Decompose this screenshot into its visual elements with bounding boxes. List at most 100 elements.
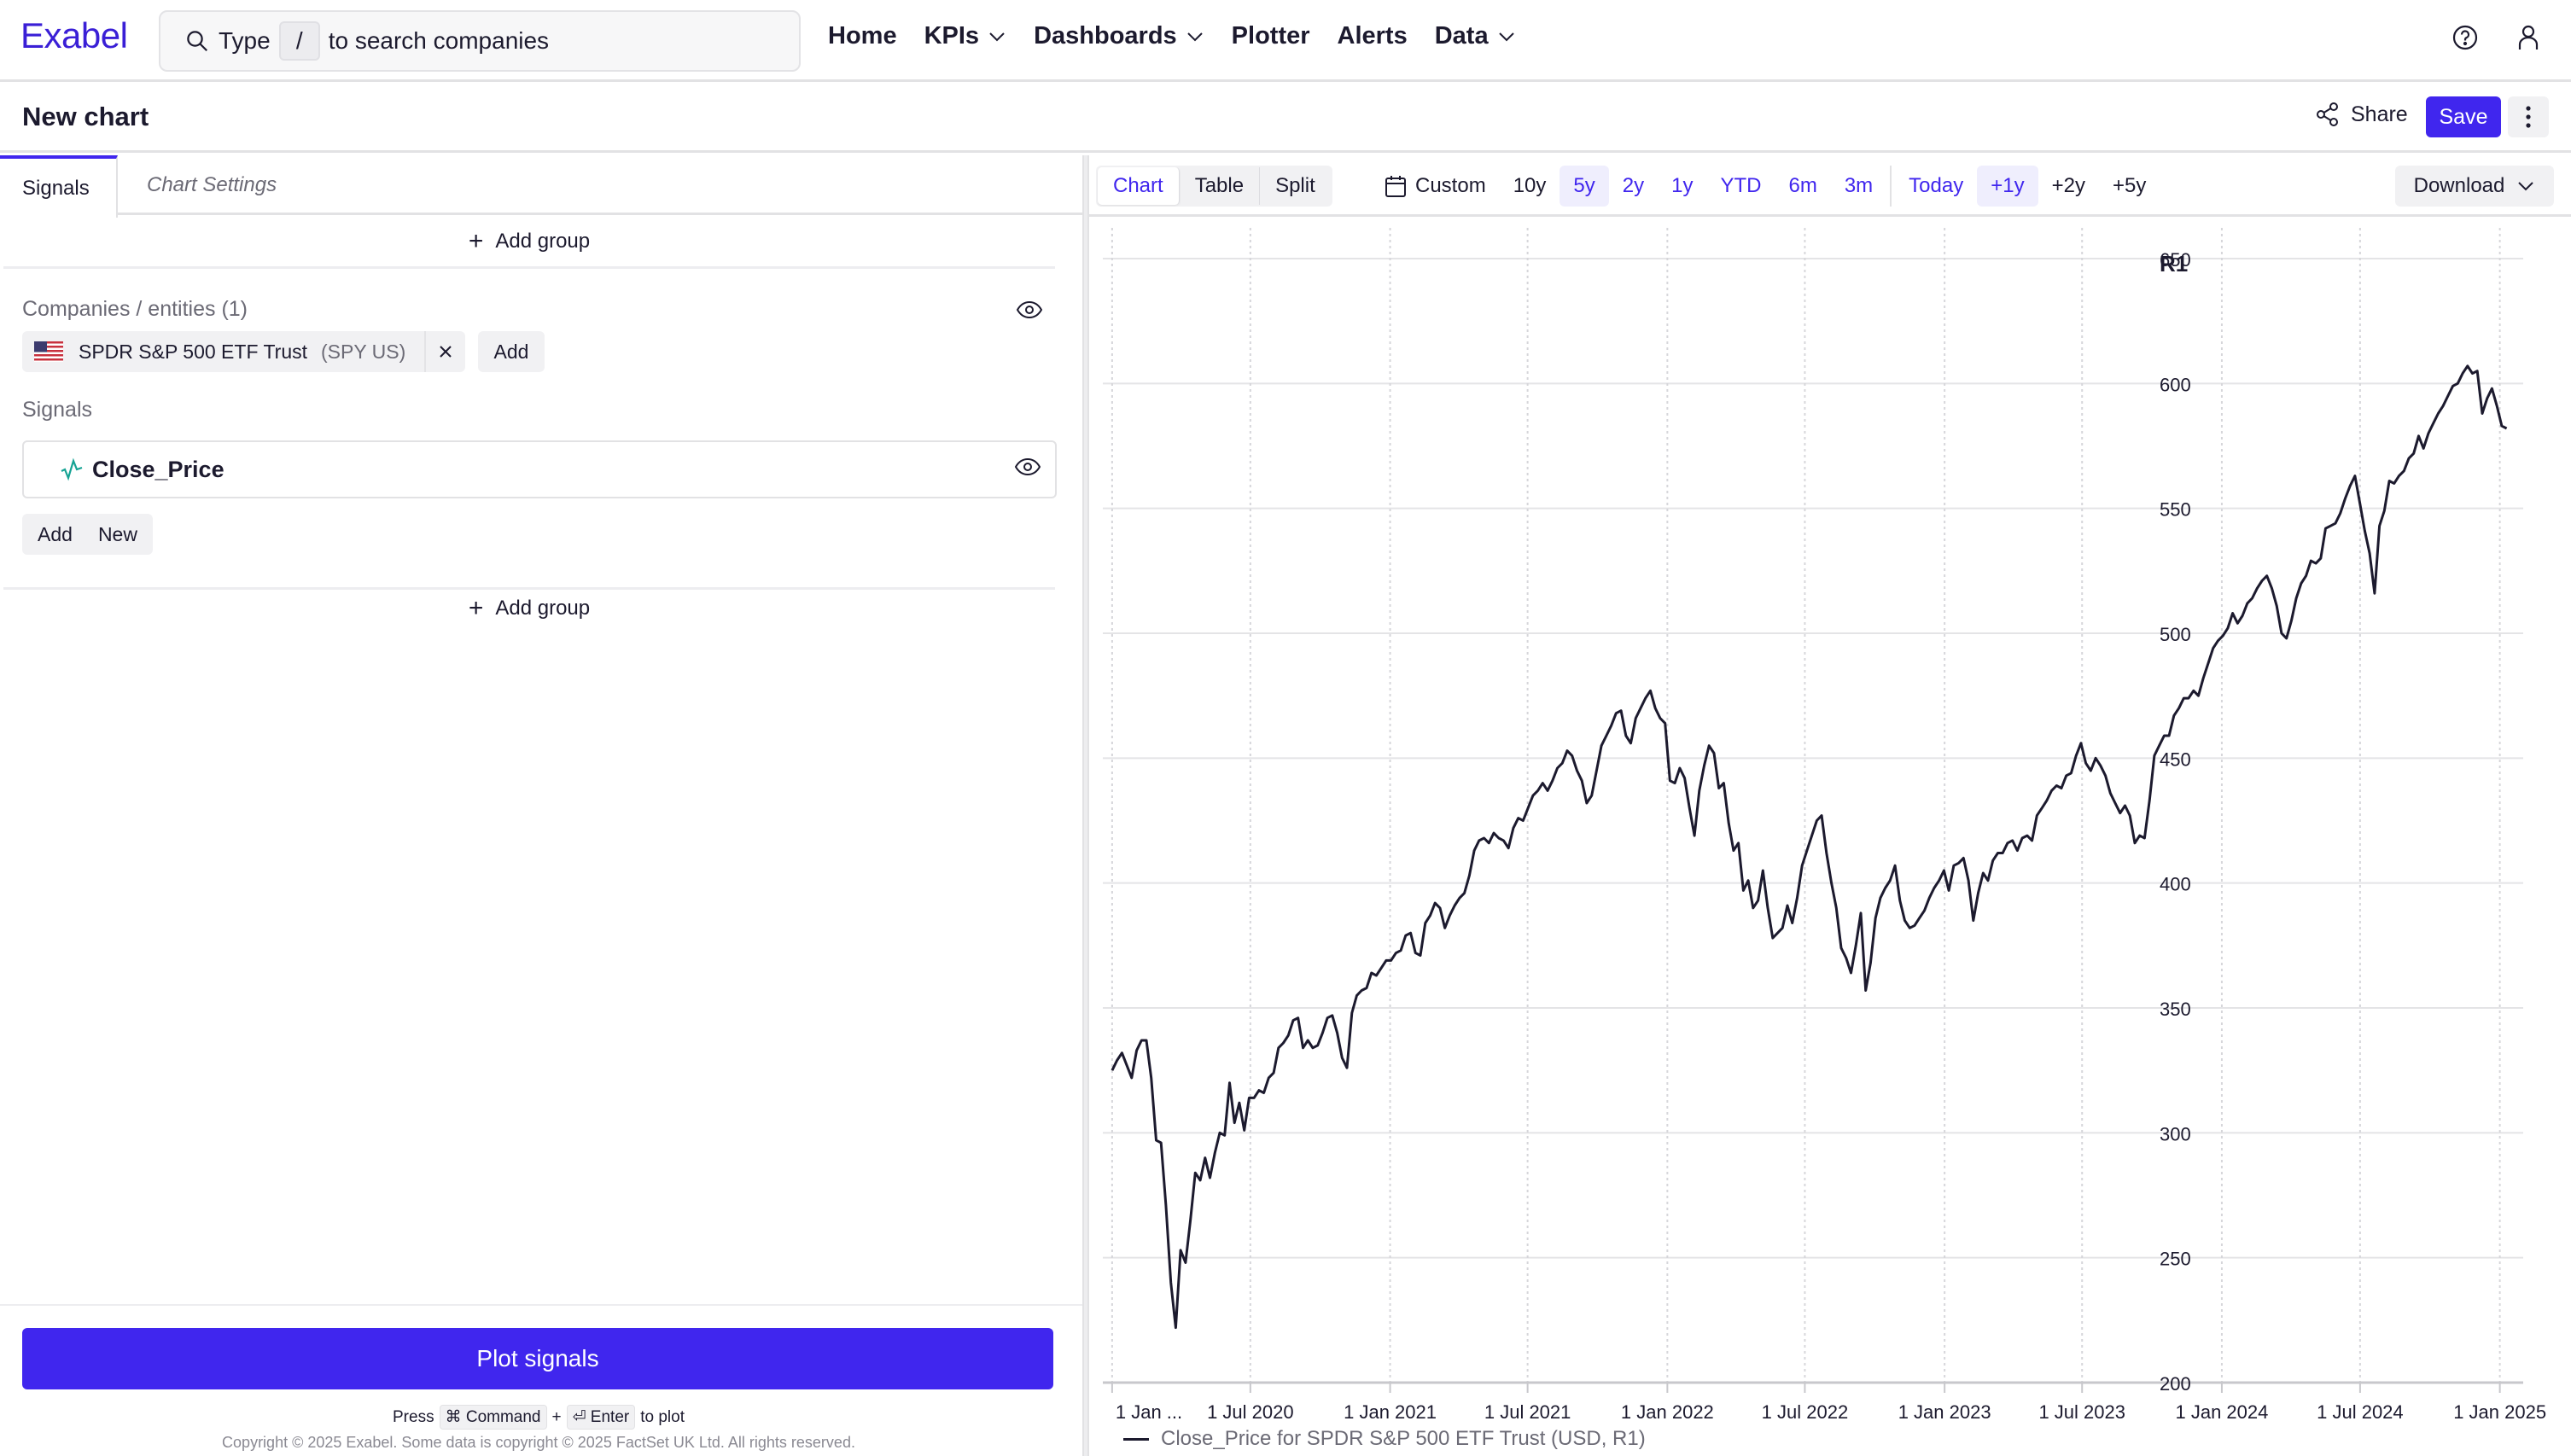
chart-toolbar: Chart Table Split Custom 10y 5y 2y 1y YT… — [1089, 155, 2571, 217]
share-icon — [2317, 102, 2338, 126]
range-3m-button[interactable]: 3m — [1831, 166, 1886, 207]
page-title[interactable]: New chart — [22, 102, 149, 132]
add-signal-button[interactable]: Add — [38, 523, 73, 546]
chevron-down-icon — [2518, 182, 2534, 191]
search-shortcut-key: / — [278, 21, 320, 61]
range-plus1y-button[interactable]: +1y — [1977, 166, 2038, 207]
x-tick-label: 1 Jul 2021 — [1484, 1401, 1571, 1423]
divider — [3, 587, 1055, 590]
signal-item[interactable]: Close_Price — [22, 440, 1057, 498]
range-custom-button[interactable]: Custom — [1371, 166, 1500, 207]
x-tick-label: 1 Jul 2024 — [2317, 1401, 2404, 1423]
y-tick-label: 650 — [2160, 249, 2191, 271]
save-button[interactable]: Save — [2426, 96, 2501, 137]
range-1y-button[interactable]: 1y — [1658, 166, 1706, 207]
signal-actions: Add New — [22, 514, 153, 555]
legend-label: Close_Price for SPDR S&P 500 ETF Trust (… — [1161, 1427, 1646, 1450]
range-plus5y-button[interactable]: +5y — [2099, 166, 2160, 207]
entity-chip[interactable]: SPDR S&P 500 ETF Trust (SPY US) — [22, 331, 466, 372]
entity-name: SPDR S&P 500 ETF Trust — [79, 340, 308, 363]
nav-item-plotter[interactable]: Plotter — [1232, 22, 1310, 50]
top-navigation-bar: Exabel Type / to search companies Home K… — [0, 0, 2571, 82]
chart-legend[interactable]: Close_Price for SPDR S&P 500 ETF Trust (… — [1123, 1427, 1646, 1451]
search-prefix: Type — [219, 27, 271, 54]
nav-label: Dashboards — [1034, 22, 1177, 50]
add-group-button-bottom[interactable]: + Add group — [0, 594, 1058, 623]
y-tick-label: 550 — [2160, 499, 2191, 521]
more-vertical-icon — [2526, 106, 2531, 128]
eye-icon[interactable] — [1016, 300, 1043, 319]
enter-key: ⏎ Enter — [566, 1405, 636, 1430]
add-group-button-top[interactable]: + Add group — [0, 227, 1058, 256]
main-nav: Home KPIs Dashboards Plotter Alerts Data — [828, 22, 1543, 50]
add-entity-button[interactable]: Add — [478, 331, 545, 372]
chevron-down-icon — [989, 32, 1005, 41]
series-layer — [1111, 364, 2508, 1330]
y-tick-label: 250 — [2160, 1249, 2191, 1270]
user-icon[interactable] — [2516, 24, 2540, 51]
hint-plus: + — [551, 1407, 562, 1426]
x-tick-label: 1 Jan 2023 — [1898, 1401, 1991, 1423]
nav-label: Alerts — [1337, 22, 1408, 50]
divider — [3, 266, 1055, 269]
entity-ticker: (SPY US) — [321, 340, 406, 363]
tab-chart-settings[interactable]: Chart Settings — [147, 155, 277, 215]
x-tick-label: 1 Jan ... — [1116, 1401, 1182, 1423]
vertical-gridlines — [1111, 228, 2501, 1383]
y-tick-label: 500 — [2160, 624, 2191, 645]
add-group-label: Add group — [495, 230, 591, 253]
range-2y-button[interactable]: 2y — [1609, 166, 1658, 207]
panel-tabs: Signals Chart Settings — [0, 155, 1082, 218]
nav-item-dashboards[interactable]: Dashboards — [1034, 22, 1204, 50]
company-search-input[interactable]: Type / to search companies — [159, 10, 801, 72]
range-5y-button[interactable]: 5y — [1560, 166, 1609, 207]
range-label: Custom — [1415, 174, 1486, 197]
range-ytd-button[interactable]: YTD — [1706, 166, 1775, 207]
horizontal-gridlines — [1103, 258, 2523, 1259]
remove-entity-button[interactable] — [424, 331, 465, 372]
hint-text: Press — [393, 1407, 434, 1426]
range-6m-button[interactable]: 6m — [1775, 166, 1830, 207]
view-table-button[interactable]: Table — [1180, 167, 1261, 205]
eye-icon[interactable] — [1014, 457, 1041, 476]
signal-name: Close_Price — [92, 456, 224, 482]
nav-item-kpis[interactable]: KPIs — [924, 22, 1006, 50]
close-icon — [440, 346, 452, 358]
x-tick-label: 1 Jul 2023 — [2038, 1401, 2125, 1423]
signals-label: Signals — [22, 398, 92, 422]
new-signal-button[interactable]: New — [98, 523, 137, 546]
nav-label: Home — [828, 22, 897, 50]
series-line-close-price — [1111, 364, 2508, 1330]
help-circle-icon[interactable] — [2451, 24, 2479, 51]
nav-label: Plotter — [1231, 22, 1310, 50]
logo[interactable]: Exabel — [20, 15, 128, 56]
share-label: Share — [2351, 102, 2408, 126]
view-split-button[interactable]: Split — [1260, 167, 1331, 205]
y-tick-label: 450 — [2160, 748, 2191, 770]
nav-label: KPIs — [924, 22, 980, 50]
range-10y-button[interactable]: 10y — [1500, 166, 1560, 207]
chart-panel: Chart Table Split Custom 10y 5y 2y 1y YT… — [1089, 155, 2571, 1456]
keyboard-hint: Press ⌘ Command + ⏎ Enter to plot — [0, 1405, 1077, 1430]
hint-text: to plot — [640, 1407, 685, 1426]
tab-signals[interactable]: Signals — [0, 155, 118, 218]
x-axis: 1 Jan ... 1 Jul 2020 1 Jan 2021 1 Jul 2021 1… — [1103, 1381, 2546, 1423]
range-today-button[interactable]: Today — [1895, 166, 1977, 207]
nav-item-alerts[interactable]: Alerts — [1338, 22, 1408, 50]
plot-signals-button[interactable]: Plot signals — [22, 1328, 1053, 1389]
download-label: Download — [2413, 174, 2505, 197]
nav-item-data[interactable]: Data — [1435, 22, 1516, 50]
search-icon — [187, 31, 208, 52]
x-tick-label: 1 Jan 2022 — [1621, 1401, 1714, 1423]
view-mode-switch: Chart Table Split — [1096, 166, 1332, 207]
range-plus2y-button[interactable]: +2y — [2038, 166, 2099, 207]
more-options-button[interactable] — [2508, 96, 2549, 137]
share-button[interactable]: Share — [2315, 102, 2408, 127]
download-button[interactable]: Download — [2395, 166, 2554, 207]
panel-resize-handle[interactable] — [1082, 155, 1089, 1456]
view-chart-button[interactable]: Chart — [1098, 167, 1180, 205]
y-tick-label: 600 — [2160, 374, 2191, 395]
nav-item-home[interactable]: Home — [828, 22, 897, 50]
price-chart[interactable]: 1 Jan ... 1 Jul 2020 1 Jan 2021 1 Jul 2021 1… — [1089, 219, 2571, 1423]
nav-label: Data — [1434, 22, 1489, 50]
